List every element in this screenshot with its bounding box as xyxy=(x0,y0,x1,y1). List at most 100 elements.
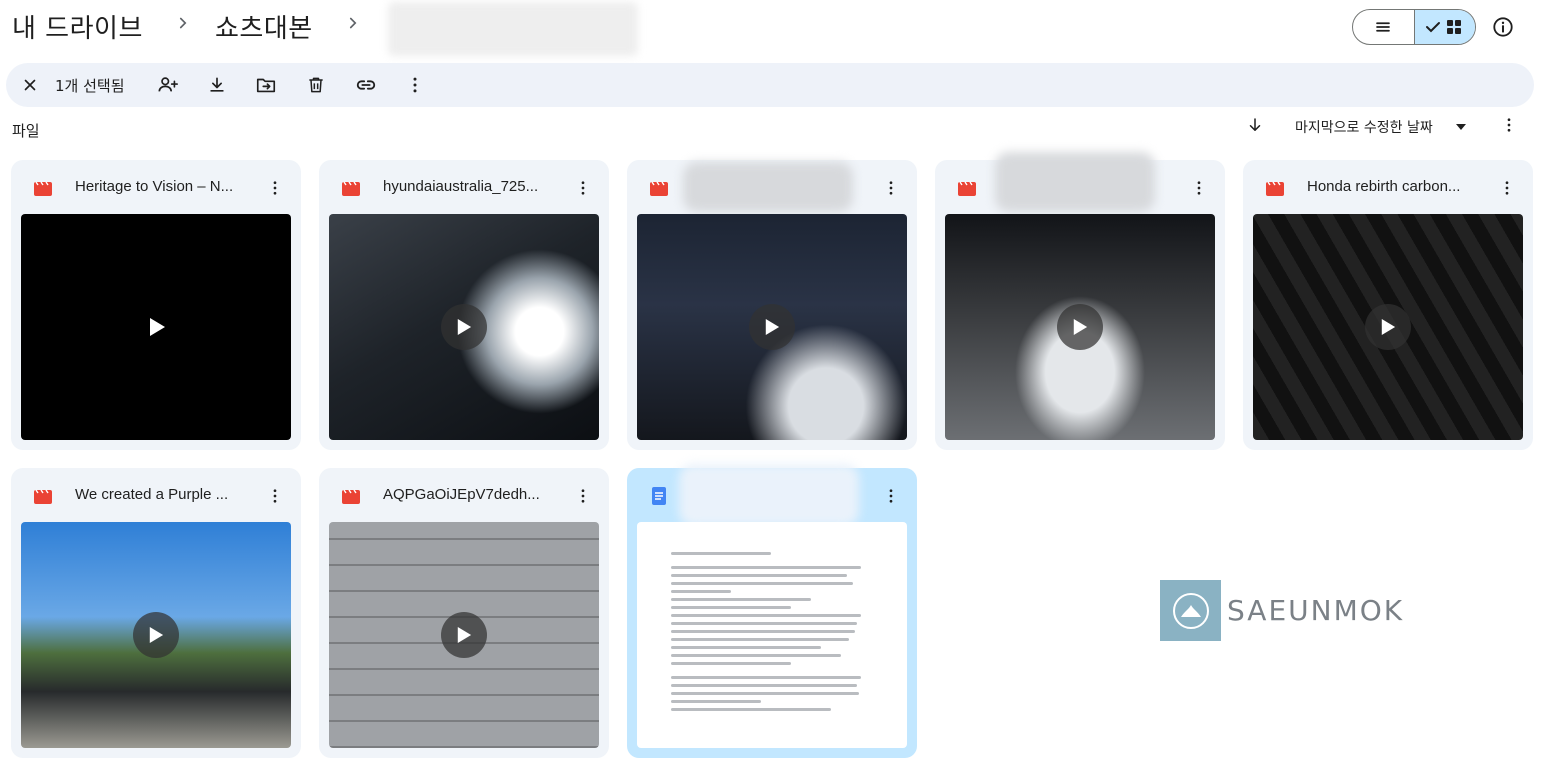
more-vert-icon xyxy=(413,77,417,93)
trash-icon xyxy=(309,77,323,93)
chevron-right-icon xyxy=(179,17,187,29)
file-card[interactable]: hyundaiaustralia_725... xyxy=(319,160,609,450)
caret-down-icon xyxy=(1456,124,1466,130)
more-vert-icon xyxy=(889,489,893,503)
more-vert-icon xyxy=(1507,118,1511,132)
file-name: AQPGaOiJEpV7dedh... xyxy=(383,486,540,503)
play-button[interactable] xyxy=(749,304,795,350)
file-more-button[interactable] xyxy=(571,176,595,200)
video-file-icon xyxy=(34,181,52,196)
logo-icon xyxy=(1172,592,1209,629)
play-icon xyxy=(457,319,472,335)
play-button[interactable] xyxy=(133,612,179,658)
list-view-button[interactable] xyxy=(1353,10,1414,44)
file-more-button[interactable] xyxy=(1187,176,1211,200)
file-card[interactable]: Honda rebirth carbon... xyxy=(1243,160,1533,450)
arrow-down-icon xyxy=(1249,118,1261,131)
sort-field-dropdown[interactable]: 마지막으로 수정한 날짜 xyxy=(1295,117,1433,137)
play-icon xyxy=(1381,319,1396,335)
file-more-button[interactable] xyxy=(263,484,287,508)
play-icon xyxy=(765,319,780,335)
sort-direction-button[interactable] xyxy=(1244,114,1266,136)
video-file-icon xyxy=(342,489,360,504)
section-title-files: 파일 xyxy=(12,122,40,140)
details-button[interactable] xyxy=(1489,13,1517,41)
section-more-button[interactable] xyxy=(1498,114,1520,136)
selected-count: 1개 선택됨 xyxy=(55,77,125,95)
more-vert-icon xyxy=(1197,181,1201,195)
video-file-icon xyxy=(34,489,52,504)
play-icon xyxy=(150,318,165,336)
grid-view-button[interactable] xyxy=(1413,10,1475,44)
file-card[interactable]: Heritage to Vision – N... xyxy=(11,160,301,450)
file-card[interactable]: We created a Purple ... xyxy=(11,468,301,758)
video-thumbnail xyxy=(21,522,291,748)
share-button[interactable] xyxy=(156,73,180,97)
play-button[interactable] xyxy=(1365,304,1411,350)
list-view-icon xyxy=(1376,22,1391,32)
more-vert-icon xyxy=(581,489,585,503)
watermark: SAEUNMOK xyxy=(1160,580,1404,641)
download-icon xyxy=(210,77,224,92)
more-vert-icon xyxy=(273,181,277,195)
document-file-icon xyxy=(652,487,666,505)
more-vert-icon xyxy=(1505,181,1509,195)
link-icon xyxy=(356,80,376,90)
view-toggle xyxy=(1352,9,1476,45)
header: 내 드라이브 쇼츠대본 xyxy=(0,0,1543,60)
redacted-file-name xyxy=(679,464,859,526)
delete-button[interactable] xyxy=(304,73,328,97)
file-more-button[interactable] xyxy=(879,484,903,508)
move-button[interactable] xyxy=(254,73,278,97)
play-button[interactable] xyxy=(1057,304,1103,350)
play-icon xyxy=(149,627,164,643)
video-file-icon xyxy=(958,181,976,196)
more-vert-icon xyxy=(889,181,893,195)
video-file-icon xyxy=(650,181,668,196)
file-more-button[interactable] xyxy=(879,176,903,200)
video-thumbnail xyxy=(329,522,599,748)
breadcrumb-my-drive[interactable]: 내 드라이브 xyxy=(12,8,143,45)
file-name: hyundaiaustralia_725... xyxy=(383,178,539,195)
file-more-button[interactable] xyxy=(1495,176,1519,200)
file-more-button[interactable] xyxy=(571,484,595,508)
play-button[interactable] xyxy=(441,304,487,350)
copy-link-button[interactable] xyxy=(354,73,378,97)
watermark-text: SAEUNMOK xyxy=(1227,594,1405,627)
more-vert-icon xyxy=(581,181,585,195)
file-card[interactable] xyxy=(627,160,917,450)
play-icon xyxy=(1073,319,1088,335)
watermark-logo xyxy=(1160,580,1221,641)
file-name: We created a Purple ... xyxy=(75,486,229,503)
file-card-selected[interactable] xyxy=(627,464,917,758)
breadcrumb-current-folder[interactable]: 쇼츠대본 xyxy=(215,8,313,45)
selection-toolbar: 1개 선택됨 xyxy=(6,63,1534,107)
check-grid-icon xyxy=(1425,20,1461,34)
redacted-file-name xyxy=(683,162,853,212)
move-folder-icon xyxy=(256,78,276,93)
person-add-icon xyxy=(158,77,178,92)
video-thumbnail xyxy=(329,214,599,440)
info-icon xyxy=(1493,17,1513,37)
file-more-button[interactable] xyxy=(263,176,287,200)
more-vert-icon xyxy=(273,489,277,503)
video-file-icon xyxy=(1266,181,1284,196)
video-thumbnail xyxy=(637,214,907,440)
more-actions-button[interactable] xyxy=(403,73,427,97)
redacted-file-name xyxy=(995,152,1155,212)
clear-selection-button[interactable] xyxy=(18,73,42,97)
close-icon xyxy=(24,79,36,91)
play-button[interactable] xyxy=(441,612,487,658)
video-thumbnail xyxy=(1253,214,1523,440)
video-thumbnail xyxy=(945,214,1215,440)
play-icon xyxy=(457,627,472,643)
redacted-breadcrumb xyxy=(388,2,638,56)
video-file-icon xyxy=(342,181,360,196)
document-thumbnail xyxy=(637,522,907,748)
download-button[interactable] xyxy=(205,73,229,97)
video-thumbnail xyxy=(21,214,291,440)
chevron-right-icon xyxy=(349,17,357,29)
file-card[interactable] xyxy=(935,152,1225,450)
file-name: Heritage to Vision – N... xyxy=(75,178,234,195)
file-card[interactable]: AQPGaOiJEpV7dedh... xyxy=(319,468,609,758)
